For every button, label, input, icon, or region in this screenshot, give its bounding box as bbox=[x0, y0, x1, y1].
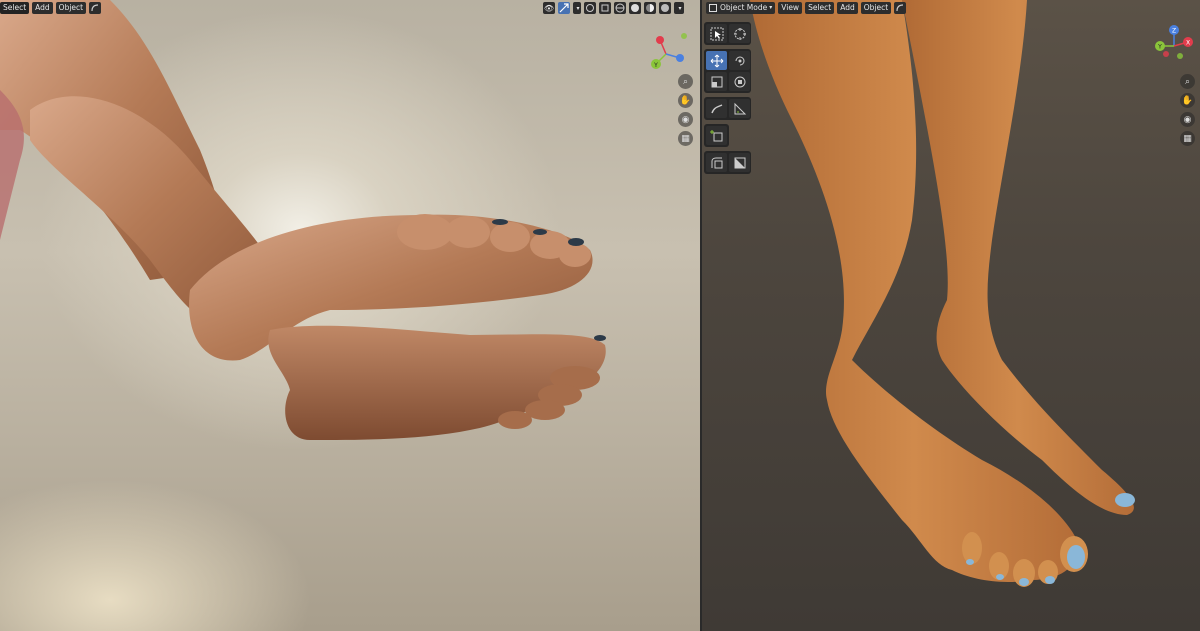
tool-shelf bbox=[704, 22, 754, 178]
gizmo-z-label: Z bbox=[1172, 28, 1176, 35]
chevron-down-icon: ▾ bbox=[769, 4, 773, 11]
rendered-shading-icon[interactable] bbox=[659, 2, 671, 14]
shading-dropdown-icon[interactable]: ▾ bbox=[674, 2, 684, 14]
front-leg-shape bbox=[750, 0, 1078, 582]
shear-icon[interactable] bbox=[706, 153, 727, 172]
grid-ortho-icon[interactable]: ▦ bbox=[678, 131, 693, 146]
gizmo-y-label: Y bbox=[653, 62, 658, 69]
nav-buttons-left: ⌕ ✋ ◉ ▦ bbox=[678, 74, 693, 146]
left-header-menu: Select Add Object bbox=[0, 0, 102, 16]
tool-group-annotate bbox=[704, 97, 751, 120]
menu-select-left[interactable]: Select bbox=[0, 2, 30, 14]
tool-group-select bbox=[704, 22, 751, 45]
zoom-icon[interactable]: ⌕ bbox=[678, 74, 693, 89]
xray-icon[interactable] bbox=[599, 2, 611, 14]
rotate-icon[interactable] bbox=[729, 51, 750, 70]
measure-icon[interactable] bbox=[729, 99, 750, 118]
object-mode-icon bbox=[709, 4, 717, 12]
menu-view-right[interactable]: View bbox=[778, 2, 803, 14]
annotate-icon[interactable] bbox=[706, 99, 727, 118]
left-header-shading: 👁 ▾ ▾ bbox=[543, 0, 684, 16]
camera-icon[interactable]: ◉ bbox=[1180, 112, 1195, 127]
menu-object-right[interactable]: Object bbox=[860, 2, 892, 14]
tool-group-add bbox=[704, 124, 729, 147]
menu-object-left[interactable]: Object bbox=[55, 2, 87, 14]
transform-icon[interactable] bbox=[729, 72, 750, 91]
viewport-right-scene bbox=[750, 0, 1135, 587]
cursor-icon[interactable] bbox=[729, 24, 750, 43]
material-shading-icon[interactable] bbox=[644, 2, 656, 14]
menu-add-right[interactable]: Add bbox=[837, 2, 858, 14]
zoom-icon[interactable]: ⌕ bbox=[1180, 74, 1195, 89]
object-menu-dropdown-icon-right[interactable] bbox=[894, 2, 907, 14]
bottom-nail bbox=[594, 335, 606, 341]
view-icon[interactable]: 👁 bbox=[543, 2, 555, 14]
viewport-left[interactable]: Select Add Object 👁 ▾ ▾ Y ⌕ ✋ ◉ ▦ bbox=[0, 0, 700, 631]
tool-group-transform bbox=[704, 49, 751, 93]
object-menu-dropdown-icon[interactable] bbox=[89, 2, 102, 14]
wireframe-shading-icon[interactable] bbox=[614, 2, 626, 14]
navigation-gizmo-right[interactable]: Z X Y bbox=[1150, 22, 1198, 70]
object-mode-label: Object Mode bbox=[720, 3, 768, 12]
back-big-toe-nail bbox=[1115, 493, 1135, 507]
object-mode-selector[interactable]: Object Mode ▾ bbox=[706, 2, 776, 14]
solid-shading-icon[interactable] bbox=[629, 2, 641, 14]
scale-icon[interactable] bbox=[706, 72, 727, 91]
transform-dropdown-icon[interactable]: ▾ bbox=[573, 2, 581, 14]
right-header: Object Mode ▾ View Select Add Object bbox=[706, 0, 907, 16]
transform-icon[interactable] bbox=[558, 2, 570, 14]
hand-pan-icon[interactable]: ✋ bbox=[1180, 93, 1195, 108]
menu-add-left[interactable]: Add bbox=[32, 2, 53, 14]
move-icon[interactable] bbox=[706, 51, 727, 70]
navigation-gizmo-left[interactable]: Y bbox=[642, 30, 690, 78]
add-cube-icon[interactable] bbox=[706, 126, 727, 145]
gizmo-x-label: X bbox=[1186, 40, 1190, 47]
extrude-icon[interactable] bbox=[729, 153, 750, 172]
gizmo-y-label-right: Y bbox=[1157, 44, 1162, 51]
viewport-right[interactable]: Object Mode ▾ View Select Add Object Z X… bbox=[702, 0, 1200, 631]
viewport-left-scene bbox=[0, 0, 606, 440]
menu-select-right[interactable]: Select bbox=[805, 2, 835, 14]
select-box-icon[interactable] bbox=[706, 24, 727, 43]
nav-buttons-right: ⌕ ✋ ◉ ▦ bbox=[1180, 74, 1195, 146]
camera-icon[interactable]: ◉ bbox=[678, 112, 693, 127]
overlay-icon[interactable] bbox=[584, 2, 596, 14]
hand-pan-icon[interactable]: ✋ bbox=[678, 93, 693, 108]
grid-ortho-icon[interactable]: ▦ bbox=[1180, 131, 1195, 146]
tool-group-deform bbox=[704, 151, 751, 174]
